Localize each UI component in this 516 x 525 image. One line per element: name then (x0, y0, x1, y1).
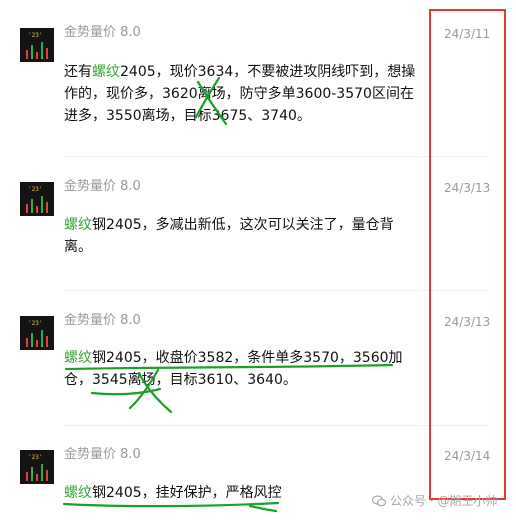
avatar-tag: '23' (28, 186, 43, 193)
sender-name: 金势量价 8.0 (64, 25, 141, 40)
divider (64, 156, 488, 157)
sender-name: 金势量价 8.0 (64, 313, 141, 328)
message-text: 螺纹钢2405，挂好保护，严格风控 (64, 482, 420, 504)
watermark-text: 公众号 · @期王小帅 (390, 494, 498, 508)
message-text: 螺纹钢2405，收盘价3582，条件单多3570，3560加仓，3545离场，目… (64, 347, 420, 391)
avatar[interactable]: '23' (20, 28, 54, 62)
avatar[interactable]: '23' (20, 316, 54, 350)
avatar-tag: '23' (28, 454, 43, 461)
avatar[interactable]: '23' (20, 450, 54, 484)
watermark: 公众号 · @期王小帅 (372, 493, 497, 509)
divider (64, 290, 488, 291)
sender-name: 金势量价 8.0 (64, 447, 141, 462)
message-text: 还有螺纹2405，现价3634，不要被进攻阴线吓到，想操作的，现价多，3620离… (64, 61, 420, 127)
keyword-text: 螺纹 (92, 64, 120, 80)
wechat-official-account-icon (372, 495, 386, 507)
date-highlight-box (429, 9, 506, 500)
keyword-text: 螺纹 (64, 350, 92, 366)
divider (64, 425, 488, 426)
message-text-rest: 钢2405，挂好保护，严格风控 (92, 485, 282, 501)
keyword-text: 螺纹 (64, 485, 92, 501)
message-text-rest: 钢2405，收盘价3582，条件单多3570，3560加仓，3545离场，目标3… (64, 350, 403, 388)
keyword-text: 螺纹 (64, 217, 92, 233)
avatar-tag: '23' (28, 320, 43, 327)
sender-name: 金势量价 8.0 (64, 179, 141, 194)
message-text-prefix: 还有 (64, 64, 92, 80)
avatar-tag: '23' (28, 32, 43, 39)
message-text-rest: 钢2405，多减出新低，这次可以关注了，量仓背离。 (64, 217, 394, 255)
avatar[interactable]: '23' (20, 182, 54, 216)
message-text: 螺纹钢2405，多减出新低，这次可以关注了，量仓背离。 (64, 214, 420, 258)
